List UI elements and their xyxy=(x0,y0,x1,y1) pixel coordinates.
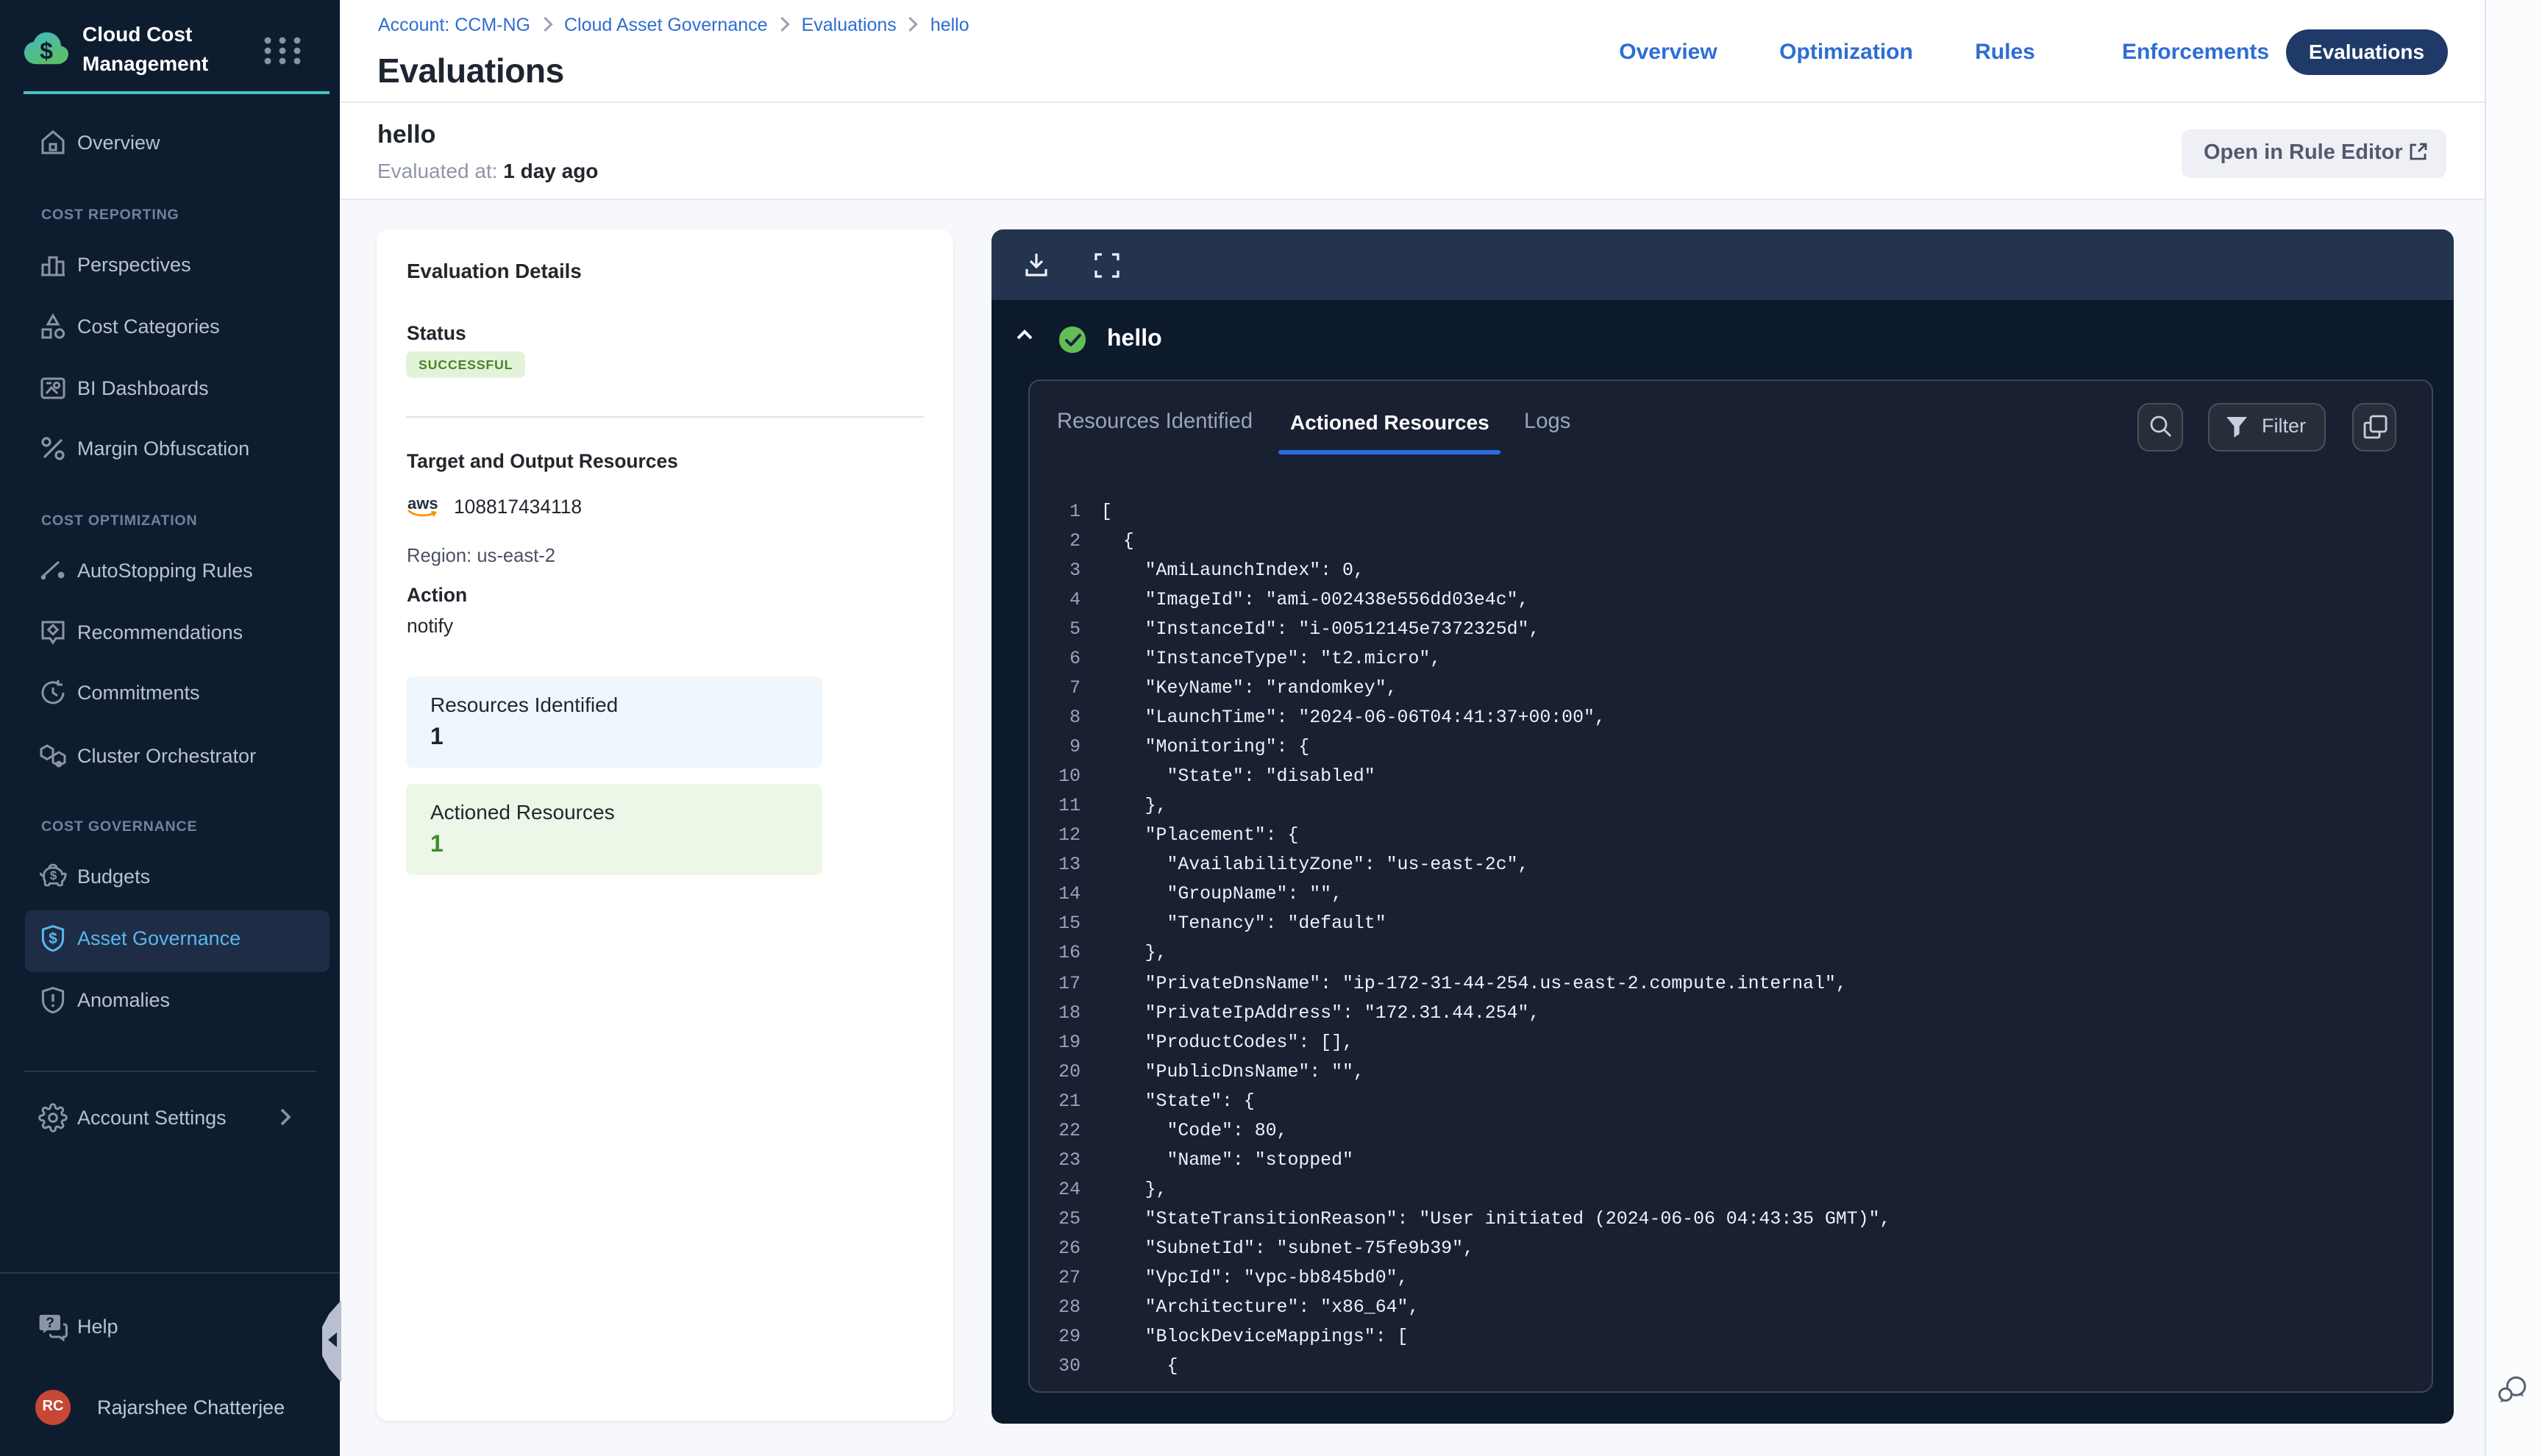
svg-text:aws: aws xyxy=(407,494,438,513)
svg-text:$: $ xyxy=(40,38,53,64)
svg-text:?: ? xyxy=(46,1316,54,1331)
svg-text:$: $ xyxy=(50,868,57,882)
svg-text:$: $ xyxy=(49,929,57,946)
